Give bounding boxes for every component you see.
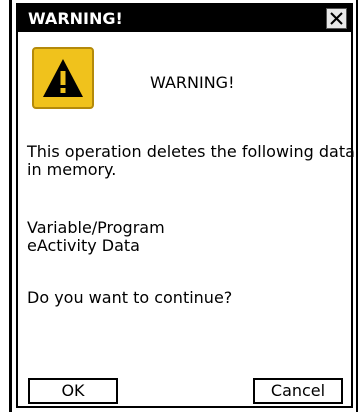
ok-button[interactable]: OK — [28, 378, 118, 404]
dialog-heading: WARNING! — [150, 73, 235, 92]
warning-icon — [43, 59, 83, 97]
dialog-title: WARNING! — [28, 9, 123, 28]
message-line-1: This operation deletes the following dat… — [27, 142, 355, 161]
warning-dialog: WARNING! WARNING! This operation deletes… — [16, 3, 355, 408]
cancel-button[interactable]: Cancel — [253, 378, 343, 404]
data-item-eactivity: eActivity Data — [27, 236, 140, 255]
warning-icon-box — [32, 47, 94, 109]
close-icon — [330, 12, 343, 25]
data-item-variable-program: Variable/Program — [27, 218, 165, 237]
dialog-titlebar: WARNING! — [18, 5, 351, 32]
right-edge-bar — [356, 0, 358, 412]
close-button[interactable] — [326, 8, 347, 29]
message-line-2: in memory. — [27, 160, 117, 179]
left-edge-bar — [9, 0, 12, 412]
confirm-question: Do you want to continue? — [27, 288, 233, 307]
